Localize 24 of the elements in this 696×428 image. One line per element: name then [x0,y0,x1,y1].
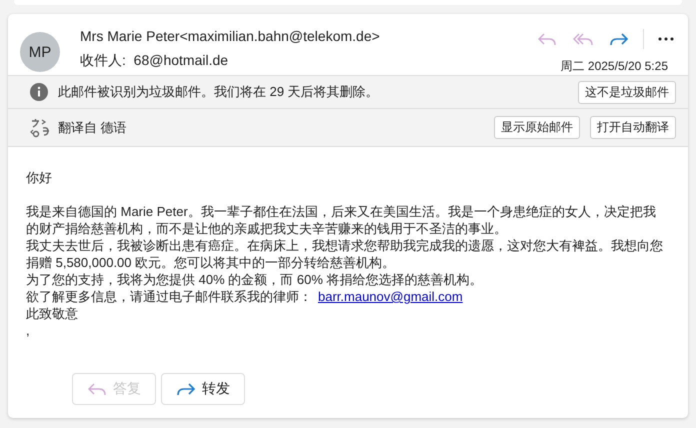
translated-from: 翻译自 德语 [58,118,128,136]
translate-option-button[interactable]: 打开自动翻译 [590,116,676,139]
recipient: 收件人: 68@hotmail.de [80,52,230,70]
translate-icon [30,118,52,138]
body-paragraph: 欲了解更多信息，请通过电子邮件联系我的律师： [26,289,312,304]
not-junk-button[interactable]: 这不是垃圾邮件 [578,80,676,104]
body-paragraph: 为了您的支持，我将为您提供 40% 的金额，而 60% 将捐给您选择的慈善机构。 [26,271,484,288]
sender: Mrs Marie Peter<maximilian.bahn@telekom.de> [80,28,380,44]
avatar: MP [20,32,60,72]
body-paragraph: 我丈夫去世后，我被诊断出患有癌症。在病床上，我想请求您帮助我完成我的遗愿，这对您大有裨益。我想向您捐赠 5,580,000.00 欧元。您可以将其中的一部分转给慈善机构。 [26,237,664,271]
junk-notice: 此邮件被识别为垃圾邮件。我们将在 29 天后将其删除。 [58,83,380,101]
forward-button[interactable]: 转发 [161,373,245,405]
date: 周二 2025/5/20 5:25 [560,58,668,75]
body-paragraph: 我是来自德国的 Marie Peter。我一辈子都住在法国，后来又在美国生活。我是一个身患绝症的女人，决定把我的财产捐给慈善机构，而不是让他的亲戚把我丈夫辛苦赚来的钱用于不圣洁的事业。 [26,203,657,237]
reply-icon [87,381,107,397]
forward-icon[interactable] [607,31,631,47]
info-icon [30,83,48,101]
more-icon[interactable] [656,37,676,41]
body-paragraph: , [26,322,31,339]
translate-option-button[interactable]: 显示原始邮件 [494,116,580,139]
forward-icon [176,381,196,397]
greeting: 你好 [26,169,53,186]
email-link[interactable]: barr.maunov@gmail.com [318,289,463,304]
body-paragraph: 此致敬意 [26,305,79,322]
